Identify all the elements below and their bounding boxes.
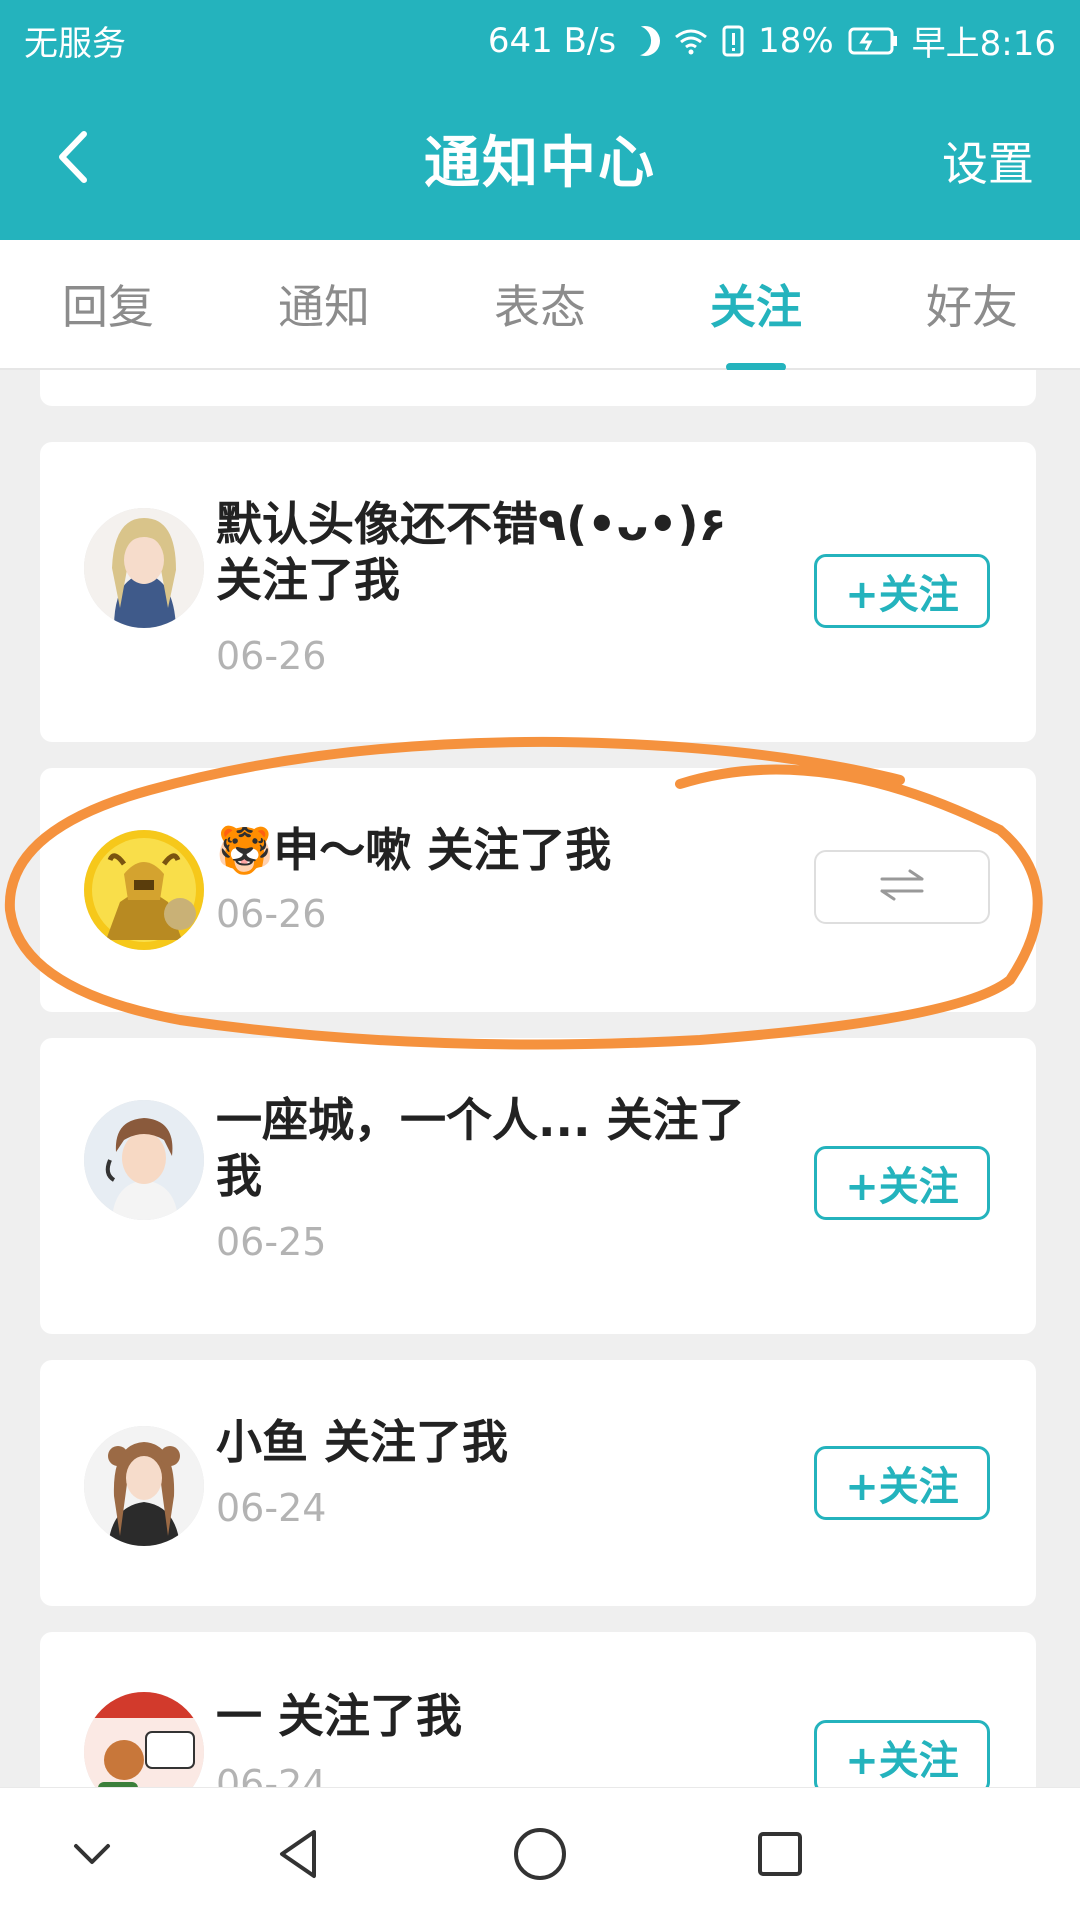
tab-notice[interactable]: 通知 — [224, 271, 424, 337]
tab-bar: 回复 通知 表态 关注 好友 — [0, 240, 1080, 371]
status-right: 641 B/s 18% 早上8:16 — [488, 16, 1056, 65]
status-bar: 无服务 641 B/s 18% 早上8:16 — [0, 0, 1080, 78]
tab-friends[interactable]: 好友 — [872, 271, 1072, 337]
home-circle-icon[interactable] — [508, 1822, 572, 1886]
list-item[interactable]: 🐯申～嗽 关注了我 06-26 — [40, 768, 1036, 1012]
system-nav-bar — [0, 1787, 1080, 1920]
list-item[interactable]: 默认头像还不错٩(•ᴗ•)۶ 关注了我 06-26 +关注 — [40, 442, 1036, 742]
mutual-follow-button[interactable] — [814, 850, 990, 924]
battery-alert-icon — [722, 25, 744, 57]
recents-square-icon[interactable] — [748, 1822, 812, 1886]
list-item[interactable]: 小鱼 关注了我 06-24 +关注 — [40, 1360, 1036, 1606]
battery-icon — [848, 27, 898, 55]
network-speed: 641 B/s — [487, 20, 617, 61]
title-bar: 通知中心 设置 — [0, 78, 1080, 240]
avatar[interactable] — [84, 1100, 204, 1220]
notification-date: 06-24 — [216, 1762, 327, 1788]
avatar[interactable] — [84, 1692, 204, 1788]
avatar[interactable] — [84, 1426, 204, 1546]
notification-date: 06-26 — [216, 892, 327, 936]
notification-date: 06-25 — [216, 1220, 327, 1264]
settings-button[interactable]: 设置 — [942, 128, 1034, 194]
carrier-text: 无服务 — [24, 24, 126, 64]
app-header: 无服务 641 B/s 18% 早上8:16 通知中心 设置 — [0, 0, 1080, 240]
notification-message: 小鱼 关注了我 — [216, 1415, 509, 1469]
list-item-partial — [40, 370, 1036, 406]
clock: 早上8:16 — [911, 24, 1056, 64]
follow-button[interactable]: +关注 — [814, 1146, 990, 1220]
list-item[interactable]: 一座城，一个人... 关注了我 06-25 +关注 — [40, 1038, 1036, 1334]
notification-message: 默认头像还不错٩(•ᴗ•)۶ 关注了我 — [216, 497, 727, 607]
avatar[interactable] — [84, 830, 204, 950]
battery-percent: 18% — [758, 20, 834, 61]
chevron-down-icon[interactable] — [60, 1822, 124, 1886]
notification-message: 一座城，一个人... 关注了我 — [216, 1093, 745, 1203]
notification-message: 🐯申～嗽 关注了我 — [216, 823, 612, 877]
notification-list[interactable]: 默认头像还不错٩(•ᴗ•)۶ 关注了我 06-26 +关注 🐯申～嗽 关注了我 … — [0, 370, 1080, 1788]
wifi-icon — [674, 27, 708, 55]
follow-button[interactable]: +关注 — [814, 1720, 990, 1788]
moon-icon — [625, 21, 665, 61]
list-item[interactable]: 一 关注了我 06-24 +关注 — [40, 1632, 1036, 1788]
notification-date: 06-26 — [216, 634, 327, 678]
tab-reaction[interactable]: 表态 — [440, 271, 640, 337]
notification-date: 06-24 — [216, 1486, 327, 1530]
page-title: 通知中心 — [424, 131, 656, 196]
follow-button[interactable]: +关注 — [814, 554, 990, 628]
follow-button[interactable]: +关注 — [814, 1446, 990, 1520]
swap-arrows-icon — [878, 867, 926, 907]
avatar[interactable] — [84, 508, 204, 628]
tab-reply[interactable]: 回复 — [8, 271, 208, 337]
notification-message: 一 关注了我 — [216, 1689, 463, 1743]
back-triangle-icon[interactable] — [268, 1822, 332, 1886]
tab-follow[interactable]: 关注 — [656, 271, 856, 371]
